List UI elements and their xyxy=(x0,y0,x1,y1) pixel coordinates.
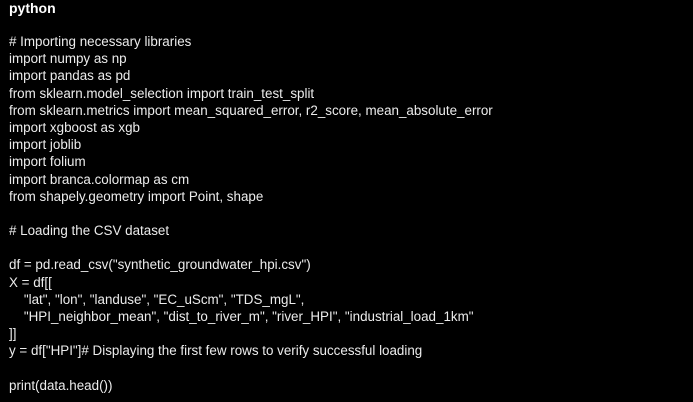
code-lines[interactable]: # Importing necessary libraries import n… xyxy=(9,33,684,394)
code-line: X = df[[ xyxy=(9,274,52,290)
code-line: import joblib xyxy=(9,137,82,153)
code-line: y = df["HPI"]# Displaying the first few … xyxy=(9,343,423,359)
code-line: import branca.colormap as cm xyxy=(9,171,190,187)
code-line: from sklearn.metrics import mean_squared… xyxy=(9,102,493,118)
code-line: "HPI_neighbor_mean", "dist_to_river_m", … xyxy=(9,309,474,324)
code-line: from sklearn.model_selection import trai… xyxy=(9,85,315,101)
code-block: python # Importing necessary libraries i… xyxy=(0,0,693,402)
code-line: # Importing necessary libraries xyxy=(9,34,192,49)
code-line: print(data.head()) xyxy=(9,377,113,393)
code-line: import folium xyxy=(9,154,86,170)
code-line: df = pd.read_csv("synthetic_groundwater_… xyxy=(9,257,311,273)
code-line: # Loading the CSV dataset xyxy=(9,223,170,239)
code-line: "lat", "lon", "landuse", "EC_uScm", "TDS… xyxy=(9,291,305,307)
code-line: import xgboost as xgb xyxy=(9,119,140,135)
code-line: from shapely.geometry import Point, shap… xyxy=(9,188,264,204)
code-line: import pandas as pd xyxy=(9,68,131,84)
code-line: import numpy as np xyxy=(9,51,127,67)
code-line: ]] xyxy=(9,326,17,342)
code-language-label: python xyxy=(9,0,56,16)
